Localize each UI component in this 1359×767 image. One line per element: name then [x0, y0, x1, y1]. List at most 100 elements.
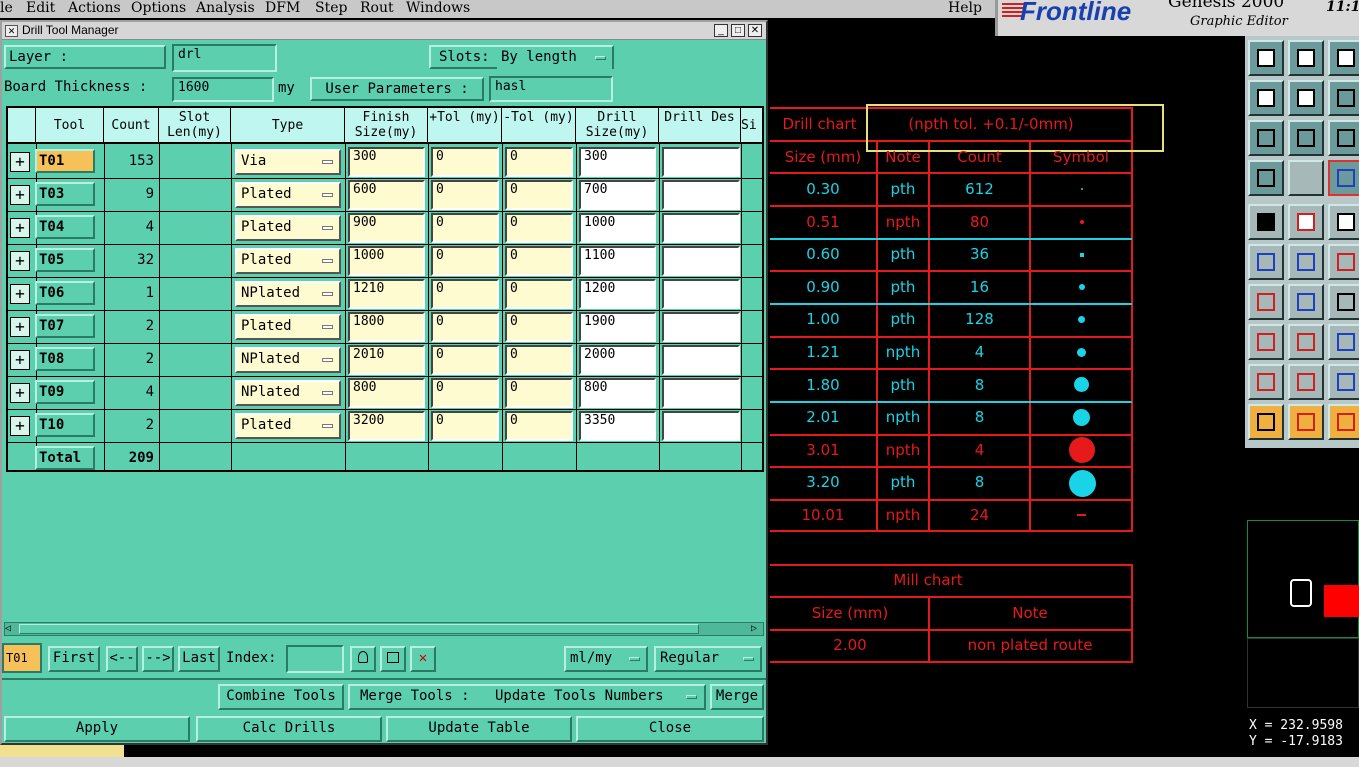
expand-row-icon[interactable]: +: [10, 317, 30, 337]
tool-button-t10[interactable]: T10: [35, 413, 95, 437]
minus-tol-field[interactable]: 0: [505, 279, 573, 309]
tool-button[interactable]: [1288, 160, 1324, 196]
menu-rout[interactable]: Rout: [360, 0, 394, 16]
drill-des-field[interactable]: [662, 411, 740, 441]
tool-button[interactable]: [1328, 120, 1359, 156]
plus-tol-field[interactable]: 0: [431, 213, 499, 243]
tool-button[interactable]: [1288, 204, 1324, 240]
finish-size-field[interactable]: 3200: [348, 411, 425, 441]
menu-windows[interactable]: Windows: [406, 0, 470, 16]
scrollbar-thumb[interactable]: [19, 624, 699, 634]
type-dropdown[interactable]: NPlated: [235, 347, 341, 373]
type-dropdown[interactable]: Plated: [235, 314, 341, 340]
drill-des-field[interactable]: [662, 279, 740, 309]
plus-tol-field[interactable]: 0: [431, 312, 499, 342]
tool-button[interactable]: [1328, 80, 1359, 116]
merge-button[interactable]: Merge: [710, 684, 764, 710]
combine-tools-button[interactable]: Combine Tools: [218, 684, 344, 710]
tool-button[interactable]: [1328, 160, 1359, 196]
tool-button[interactable]: [1288, 120, 1324, 156]
tool-button[interactable]: [1248, 120, 1284, 156]
minus-tol-field[interactable]: 0: [505, 213, 573, 243]
tool-button[interactable]: [1328, 204, 1359, 240]
tool-button-t09[interactable]: T09: [35, 380, 95, 404]
expand-row-icon[interactable]: +: [10, 218, 30, 238]
drill-des-field[interactable]: [662, 180, 740, 210]
tool-button[interactable]: [1328, 244, 1359, 280]
calc-drills-button[interactable]: Calc Drills: [196, 716, 382, 742]
clear-icon[interactable]: ✕: [410, 646, 436, 672]
index-field[interactable]: [286, 645, 344, 673]
tool-button-t08[interactable]: T08: [35, 347, 95, 371]
minimize-icon[interactable]: _: [714, 24, 728, 37]
menu-help[interactable]: Help: [948, 0, 982, 16]
tool-button-t07[interactable]: T07: [35, 314, 95, 338]
finish-size-field[interactable]: 1800: [348, 312, 425, 342]
maximize-icon[interactable]: □: [731, 24, 745, 37]
tool-button[interactable]: [1288, 244, 1324, 280]
menu-dfm[interactable]: DFM: [265, 0, 300, 16]
drill-size-field[interactable]: 800: [579, 378, 656, 408]
plus-tol-field[interactable]: 0: [431, 345, 499, 375]
expand-row-icon[interactable]: +: [10, 284, 30, 304]
tool-button-t03[interactable]: T03: [35, 182, 95, 206]
drill-des-field[interactable]: [662, 246, 740, 276]
window-menu-icon[interactable]: ✕: [5, 25, 18, 37]
image-icon[interactable]: [380, 646, 406, 672]
minus-tol-field[interactable]: 0: [505, 180, 573, 210]
finish-size-field[interactable]: 800: [348, 378, 425, 408]
type-dropdown[interactable]: Plated: [235, 182, 341, 208]
menu-analysis[interactable]: Analysis: [196, 0, 255, 16]
overview-map[interactable]: [1247, 520, 1359, 638]
plus-tol-field[interactable]: 0: [431, 411, 499, 441]
minus-tol-field[interactable]: 0: [505, 378, 573, 408]
type-dropdown[interactable]: Plated: [235, 248, 341, 274]
tool-button-t05[interactable]: T05: [35, 248, 95, 272]
minus-tol-field[interactable]: 0: [505, 246, 573, 276]
first-button[interactable]: First: [48, 646, 100, 672]
menu-file[interactable]: le: [0, 0, 13, 16]
merge-tools-dropdown[interactable]: Update Tools Numbers: [491, 686, 703, 708]
finish-size-field[interactable]: 1210: [348, 279, 425, 309]
scroll-right-icon[interactable]: ▷: [751, 623, 763, 635]
layer-field[interactable]: drl: [172, 44, 277, 72]
finish-size-field[interactable]: 1000: [348, 246, 425, 276]
tool-button[interactable]: [1288, 40, 1324, 76]
update-table-button[interactable]: Update Table: [386, 716, 572, 742]
tool-button[interactable]: [1328, 364, 1359, 400]
tool-button[interactable]: [1248, 364, 1284, 400]
drill-size-field[interactable]: 1000: [579, 213, 656, 243]
select-arrow-button[interactable]: [1248, 404, 1284, 440]
drill-des-field[interactable]: [662, 312, 740, 342]
select-arrow-button[interactable]: [1288, 404, 1324, 440]
finish-size-field[interactable]: 600: [348, 180, 425, 210]
menu-step[interactable]: Step: [315, 0, 347, 16]
horizontal-scrollbar[interactable]: ◁ ▷: [4, 622, 764, 636]
tool-button[interactable]: [1248, 204, 1284, 240]
finish-size-field[interactable]: 900: [348, 213, 425, 243]
type-dropdown[interactable]: NPlated: [235, 281, 341, 307]
plus-tol-field[interactable]: 0: [431, 279, 499, 309]
tool-button-t01[interactable]: T01: [35, 149, 95, 173]
type-dropdown[interactable]: Plated: [235, 413, 341, 439]
tool-button[interactable]: [1288, 364, 1324, 400]
units-dropdown[interactable]: ml/my: [564, 646, 648, 672]
minus-tol-field[interactable]: 0: [505, 312, 573, 342]
tool-button-t04[interactable]: T04: [35, 215, 95, 239]
expand-row-icon[interactable]: +: [10, 152, 30, 172]
tool-button[interactable]: [1328, 284, 1359, 320]
drill-des-field[interactable]: [662, 213, 740, 243]
tool-button[interactable]: [1248, 40, 1284, 76]
tool-button[interactable]: [1248, 160, 1284, 196]
type-dropdown[interactable]: NPlated: [235, 380, 341, 406]
scroll-left-icon[interactable]: ◁: [5, 623, 17, 635]
tool-button[interactable]: [1328, 324, 1359, 360]
tool-button[interactable]: [1248, 244, 1284, 280]
drill-size-field[interactable]: 1100: [579, 246, 656, 276]
drill-des-field[interactable]: [662, 345, 740, 375]
prev-button[interactable]: <--: [106, 646, 138, 672]
tool-button[interactable]: [1288, 80, 1324, 116]
finish-size-field[interactable]: 2010: [348, 345, 425, 375]
expand-row-icon[interactable]: +: [10, 416, 30, 436]
tool-button[interactable]: [1288, 324, 1324, 360]
